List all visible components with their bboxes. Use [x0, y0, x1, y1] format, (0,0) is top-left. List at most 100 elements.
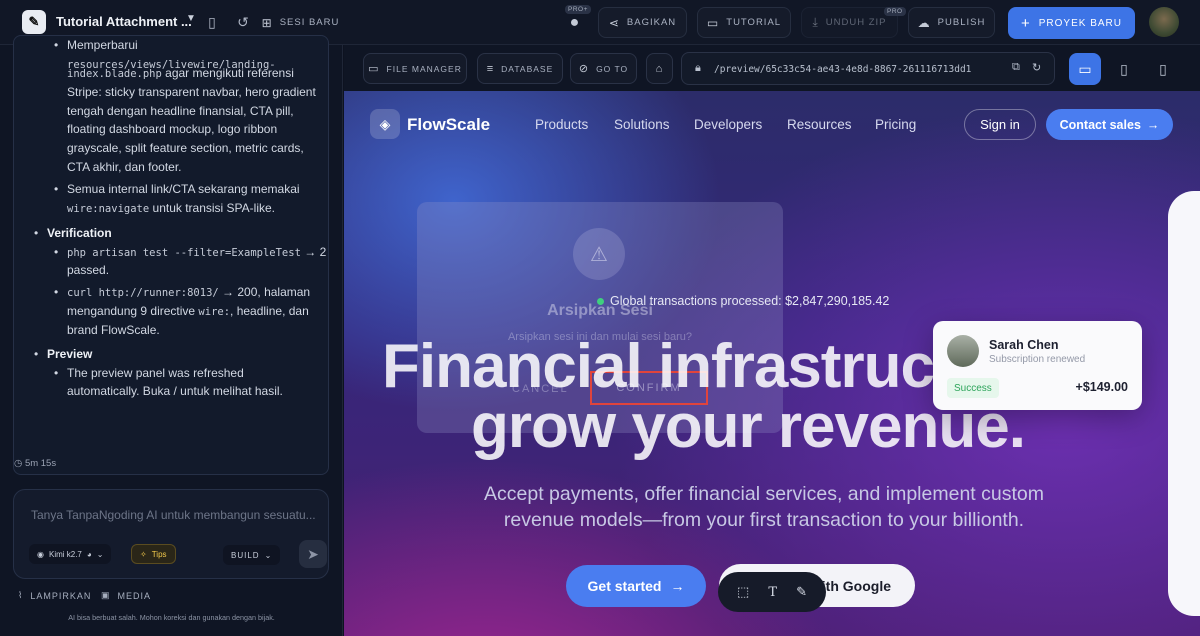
model-selector[interactable]: ◉ Kimi k2.7 ◕ ⌄ — [29, 544, 111, 564]
home-icon: ⌂ — [656, 63, 664, 75]
section-heading: •Preview — [47, 345, 92, 364]
payment-amount: +$149.00 — [1076, 380, 1128, 394]
file-manager-label: FILE MANAGER — [387, 64, 462, 74]
send-button[interactable]: ➤ — [299, 540, 327, 568]
status-dot-icon — [597, 298, 604, 305]
list-item-text: Stripe: sticky transparent navbar, hero … — [67, 83, 316, 102]
pro-plus-badge: PRO+ — [565, 5, 591, 14]
tablet-view-button[interactable]: ▯ — [1108, 53, 1140, 85]
url-bar[interactable]: 🔒︎ /preview/65c33c54-ae43-4e8d-8867-2611… — [681, 52, 1055, 85]
contact-sales-label: Contact sales — [1060, 118, 1141, 132]
list-item: •php artisan test --filter=ExampleTest →… — [67, 243, 326, 263]
list-item-text: index.blade.php agar mengikuti referensi — [67, 64, 294, 84]
eye-icon: ◕ — [87, 550, 92, 559]
nav-pricing[interactable]: Pricing — [875, 117, 916, 132]
contact-sales-button[interactable]: Contact sales → — [1046, 109, 1173, 140]
history-icon[interactable]: ↺ — [233, 12, 253, 32]
preview-toolbar: ▭ FILE MANAGER ≡DATABASE ⊘ GO TO ⌂ 🔒︎ /pre… — [344, 45, 1200, 91]
send-icon: ➤ — [307, 546, 319, 563]
goto-label: GO TO — [596, 64, 628, 74]
phone-icon: ▯ — [1159, 61, 1167, 78]
app-logo-icon[interactable]: ✎ — [22, 10, 46, 34]
plus-icon: + — [1021, 15, 1031, 32]
new-project-label: PROYEK BARU — [1039, 18, 1122, 29]
share-icon: ⋖ — [609, 16, 620, 30]
subheadline-line-2: revenue models—from your first transacti… — [404, 507, 1124, 533]
download-zip-label: UNDUH ZIP — [826, 17, 887, 28]
nav-resources[interactable]: Resources — [787, 117, 852, 132]
avatar[interactable] — [1149, 7, 1179, 37]
database-button[interactable]: ≡DATABASE — [477, 53, 563, 84]
publish-button[interactable]: ☁ PUBLISH — [908, 7, 995, 38]
monitor-icon: ▭ — [1078, 61, 1091, 78]
database-icon: ≡ — [487, 63, 494, 75]
nav-products[interactable]: Products — [535, 117, 588, 132]
file-manager-button[interactable]: ▭ FILE MANAGER — [363, 53, 467, 84]
desktop-view-button[interactable]: ▭ — [1069, 53, 1101, 85]
transactions-ticker: Global transactions processed: $2,847,29… — [597, 294, 889, 308]
url-text[interactable]: /preview/65c33c54-ae43-4e8d-8867-2611167… — [714, 64, 971, 75]
new-project-button[interactable]: + PROYEK BARU — [1008, 7, 1135, 39]
subheadline-line-1: Accept payments, offer financial service… — [404, 481, 1124, 507]
plus-square-icon: ⊞ — [262, 16, 273, 30]
mode-selector[interactable]: BUILD ⌄ — [223, 545, 280, 565]
cloud-upload-icon: ☁ — [918, 16, 931, 30]
goto-button[interactable]: ⊘ GO TO — [570, 53, 637, 84]
book-icon: ▭ — [707, 16, 719, 30]
list-item-text: grayscale, split feature section, metric… — [67, 139, 304, 158]
paperclip-icon: ⌇ — [18, 590, 23, 601]
list-item-text: wire:navigate untuk transisi SPA-like. — [67, 199, 275, 219]
site-preview: ◈ FlowScale Products Solutions Developer… — [344, 91, 1200, 636]
side-mockup-card — [1168, 191, 1200, 616]
list-item-text: passed. — [67, 261, 109, 280]
model-icon: ◉ — [37, 550, 44, 559]
layers-icon[interactable]: ◈ — [370, 109, 400, 139]
list-item-text: brand FlowScale. — [67, 321, 160, 340]
clock-icon: ◷ — [14, 458, 22, 469]
customer-name: Sarah Chen — [989, 338, 1058, 352]
chevron-down-icon[interactable]: ▼ — [186, 13, 196, 24]
share-button[interactable]: ⋖ BAGIKAN — [598, 7, 687, 38]
tips-button[interactable]: ✧ Tips — [131, 544, 176, 564]
elapsed-timer: ◷ 5m 15s — [14, 458, 56, 469]
nav-developers[interactable]: Developers — [694, 117, 762, 132]
share-label: BAGIKAN — [627, 17, 676, 28]
arrow-right-icon: → — [1147, 118, 1160, 132]
folder-icon: ▭ — [368, 62, 379, 75]
mobile-view-button[interactable]: ▯ — [1147, 53, 1179, 85]
subheadline: Accept payments, offer financial service… — [404, 481, 1124, 533]
attach-button[interactable]: ⌇LAMPIRKAN — [18, 590, 91, 601]
prompt-composer[interactable]: Tanya TanpaNgoding AI untuk membangun se… — [13, 489, 329, 579]
publish-label: PUBLISH — [938, 17, 986, 28]
panel-toggle-icon[interactable]: ▯ — [202, 12, 222, 32]
github-icon: ● — [570, 14, 581, 32]
magic-edit-icon[interactable]: ✎ — [796, 584, 807, 600]
tutorial-label: TUTORIAL — [726, 17, 781, 28]
text-tool-icon[interactable]: T — [768, 585, 777, 600]
lock-icon: 🔒︎ — [695, 62, 701, 75]
tips-label: Tips — [152, 550, 167, 559]
compass-icon: ⊘ — [579, 62, 589, 75]
nav-solutions[interactable]: Solutions — [614, 117, 670, 132]
brand-name[interactable]: FlowScale — [407, 115, 490, 135]
sign-in-button[interactable]: Sign in — [964, 109, 1036, 140]
payment-card: Sarah Chen Subscription renewed Success … — [933, 321, 1142, 410]
disclaimer: AI bisa berbuat salah. Mohon koreksi dan… — [0, 613, 343, 622]
refresh-icon[interactable]: ↻ — [1032, 61, 1041, 74]
tutorial-button[interactable]: ▭ TUTORIAL — [697, 7, 791, 38]
model-label: Kimi k2.7 — [49, 550, 82, 559]
external-link-icon[interactable]: ⧉ — [1012, 61, 1020, 74]
new-session-button[interactable]: ⊞ SESI BARU — [258, 7, 343, 38]
mode-label: BUILD — [231, 551, 260, 560]
project-title[interactable]: Tutorial Attachment ... — [56, 14, 192, 29]
assistant-message: •Memperbarui resources/views/livewire/la… — [13, 35, 329, 475]
select-frame-icon[interactable]: ⬚ — [737, 584, 749, 600]
get-started-button[interactable]: Get started → — [566, 565, 706, 607]
home-button[interactable]: ⌂ — [646, 53, 673, 84]
prompt-input[interactable]: Tanya TanpaNgoding AI untuk membangun se… — [31, 508, 316, 522]
lightbulb-icon: ✧ — [140, 550, 147, 559]
media-label: MEDIA — [118, 591, 152, 601]
media-button[interactable]: ▣MEDIA — [101, 590, 151, 601]
chat-panel: •Memperbarui resources/views/livewire/la… — [0, 45, 343, 636]
list-item-text: tengah dengan headline finansial, CTA pi… — [67, 102, 294, 121]
